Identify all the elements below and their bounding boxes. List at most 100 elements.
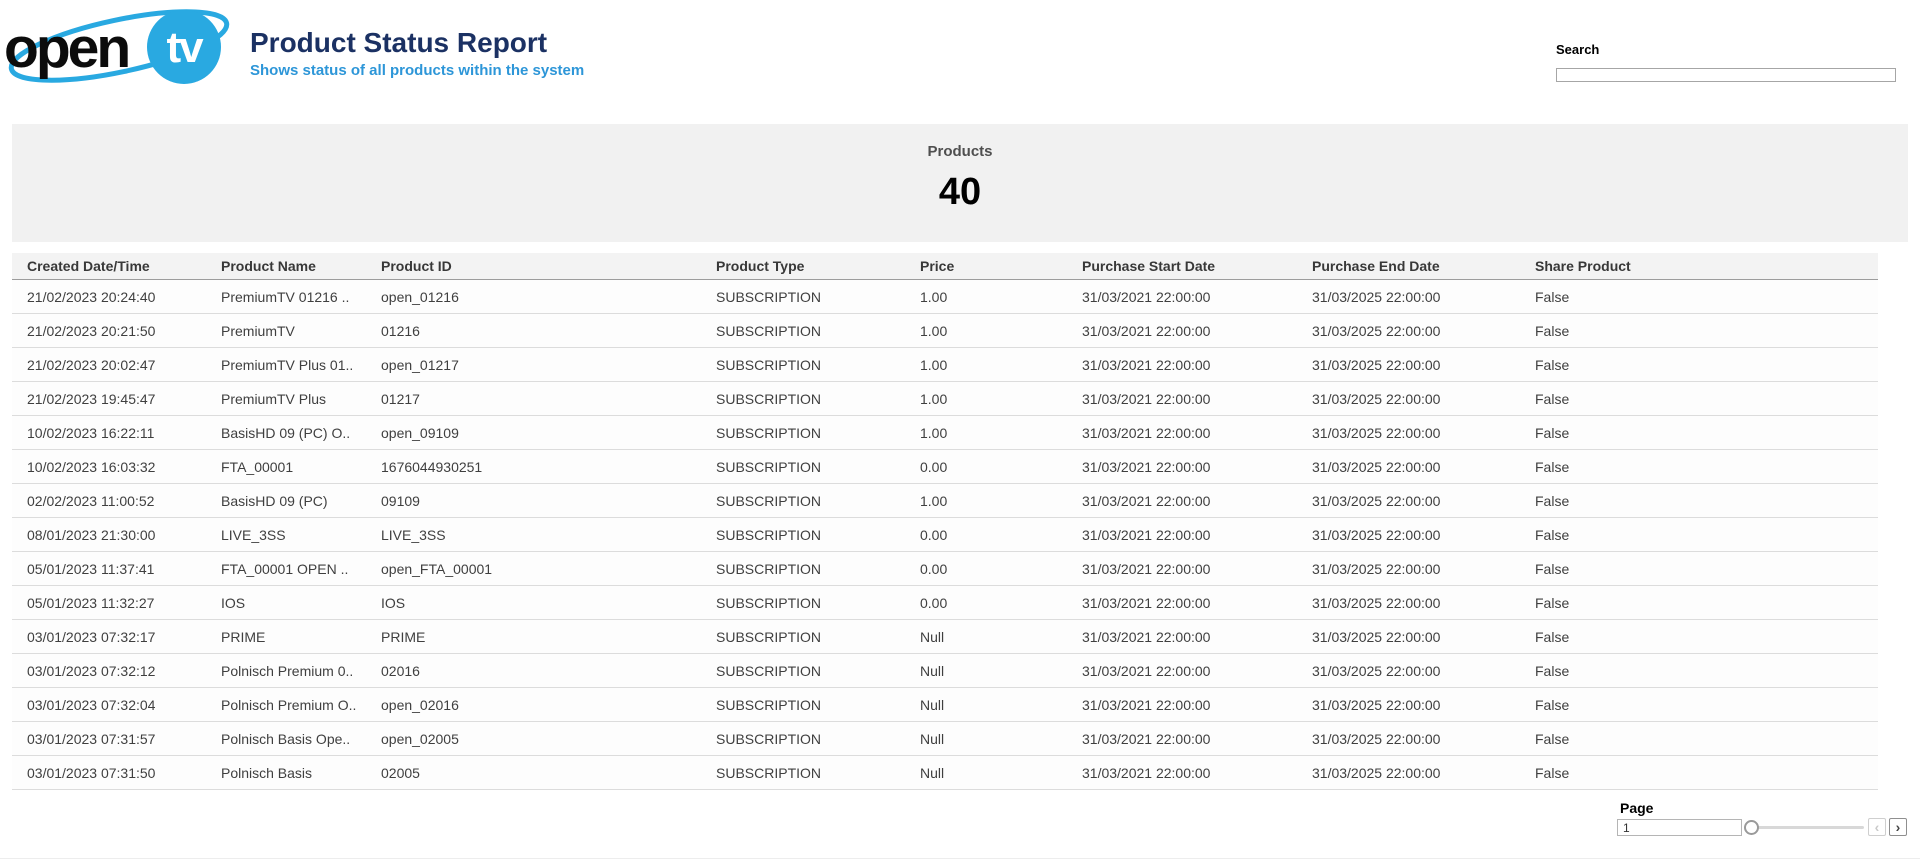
table-row[interactable]: 02/02/2023 11:00:52BasisHD 09 (PC)09109S… [12,484,1878,518]
table-cell: open_02005 [381,731,716,747]
table-cell: 31/03/2025 22:00:00 [1312,425,1535,441]
product-status-report-page: open tv Product Status Report Shows stat… [0,0,1920,867]
search-input[interactable] [1556,68,1896,82]
table-row[interactable]: 08/01/2023 21:30:00LIVE_3SSLIVE_3SSSUBSC… [12,518,1878,552]
table-cell: 31/03/2025 22:00:00 [1312,663,1535,679]
opentv-logo-graphic: open tv [6,6,238,88]
table-cell: PRIME [381,629,716,645]
table-cell: SUBSCRIPTION [716,493,920,509]
table-cell: 31/03/2021 22:00:00 [1082,527,1312,543]
table-cell: 0.00 [920,561,1082,577]
table-cell: 31/03/2025 22:00:00 [1312,357,1535,373]
opentv-logo: open tv [6,6,238,88]
table-cell: LIVE_3SS [381,527,716,543]
table-cell: 1676044930251 [381,459,716,475]
table-cell: 1.00 [920,493,1082,509]
table-cell: SUBSCRIPTION [716,629,920,645]
table-cell: FTA_00001 [221,459,381,475]
table-cell: Null [920,765,1082,781]
table-cell: SUBSCRIPTION [716,357,920,373]
products-table: Created Date/Time Product Name Product I… [12,253,1878,790]
table-row[interactable]: 10/02/2023 16:03:32FTA_00001167604493025… [12,450,1878,484]
page-title: Product Status Report [250,27,584,59]
table-cell: open_01216 [381,289,716,305]
previous-page-button[interactable]: ‹ [1868,818,1886,836]
column-header-purchase-end[interactable]: Purchase End Date [1312,258,1535,274]
table-cell: open_FTA_00001 [381,561,716,577]
table-cell: 10/02/2023 16:03:32 [27,459,221,475]
column-header-product-id[interactable]: Product ID [381,258,716,274]
table-cell: 31/03/2025 22:00:00 [1312,323,1535,339]
column-header-product-name[interactable]: Product Name [221,258,381,274]
products-count: 40 [939,171,981,214]
column-header-created-date[interactable]: Created Date/Time [27,258,221,274]
table-cell: False [1535,527,1878,543]
column-header-share-product[interactable]: Share Product [1535,258,1878,274]
table-cell: False [1535,629,1878,645]
table-cell: PremiumTV Plus [221,391,381,407]
table-cell: 31/03/2021 22:00:00 [1082,765,1312,781]
table-row[interactable]: 10/02/2023 16:22:11BasisHD 09 (PC) O..op… [12,416,1878,450]
table-cell: False [1535,731,1878,747]
table-cell: 03/01/2023 07:32:04 [27,697,221,713]
table-cell: 31/03/2025 22:00:00 [1312,731,1535,747]
table-cell: 31/03/2021 22:00:00 [1082,561,1312,577]
table-cell: False [1535,663,1878,679]
table-cell: 31/03/2025 22:00:00 [1312,289,1535,305]
table-cell: 31/03/2025 22:00:00 [1312,697,1535,713]
table-cell: 03/01/2023 07:31:57 [27,731,221,747]
table-cell: False [1535,425,1878,441]
logo-tv-text: tv [166,23,204,72]
table-cell: open_01217 [381,357,716,373]
table-cell: 03/01/2023 07:31:50 [27,765,221,781]
table-cell: PRIME [221,629,381,645]
table-cell: SUBSCRIPTION [716,391,920,407]
page-slider-track[interactable] [1751,826,1864,829]
table-cell: 01217 [381,391,716,407]
table-cell: Null [920,663,1082,679]
table-row[interactable]: 21/02/2023 20:24:40PremiumTV 01216 ..ope… [12,280,1878,314]
table-cell: 1.00 [920,391,1082,407]
table-cell: 31/03/2025 22:00:00 [1312,765,1535,781]
table-cell: 05/01/2023 11:32:27 [27,595,221,611]
table-row[interactable]: 03/01/2023 07:32:17PRIMEPRIMESUBSCRIPTIO… [12,620,1878,654]
table-cell: Null [920,731,1082,747]
next-page-button[interactable]: › [1889,818,1907,836]
table-cell: Polnisch Premium O.. [221,697,381,713]
column-header-price[interactable]: Price [920,258,1082,274]
table-cell: 10/02/2023 16:22:11 [27,425,221,441]
table-cell: 21/02/2023 20:24:40 [27,289,221,305]
table-row[interactable]: 21/02/2023 20:21:50PremiumTV01216SUBSCRI… [12,314,1878,348]
table-cell: 31/03/2025 22:00:00 [1312,561,1535,577]
table-cell: False [1535,391,1878,407]
page-slider[interactable] [1744,819,1866,835]
table-row[interactable]: 21/02/2023 19:45:47PremiumTV Plus01217SU… [12,382,1878,416]
table-cell: 31/03/2025 22:00:00 [1312,629,1535,645]
column-header-product-type[interactable]: Product Type [716,258,920,274]
table-cell: 31/03/2025 22:00:00 [1312,527,1535,543]
table-cell: 31/03/2021 22:00:00 [1082,357,1312,373]
table-cell: 0.00 [920,527,1082,543]
table-cell: Null [920,629,1082,645]
table-cell: SUBSCRIPTION [716,765,920,781]
page-number-input[interactable] [1617,819,1742,836]
table-cell: 31/03/2021 22:00:00 [1082,629,1312,645]
table-row[interactable]: 05/01/2023 11:32:27IOSIOSSUBSCRIPTION0.0… [12,586,1878,620]
table-cell: False [1535,357,1878,373]
table-row[interactable]: 03/01/2023 07:31:50Polnisch Basis02005SU… [12,756,1878,790]
table-cell: PremiumTV Plus 01.. [221,357,381,373]
table-row[interactable]: 21/02/2023 20:02:47PremiumTV Plus 01..op… [12,348,1878,382]
table-cell: SUBSCRIPTION [716,527,920,543]
table-cell: SUBSCRIPTION [716,561,920,577]
table-header: Created Date/Time Product Name Product I… [12,253,1878,280]
table-row[interactable]: 05/01/2023 11:37:41FTA_00001 OPEN ..open… [12,552,1878,586]
table-cell: 31/03/2025 22:00:00 [1312,595,1535,611]
page-slider-handle[interactable] [1744,820,1759,835]
table-row[interactable]: 03/01/2023 07:32:04Polnisch Premium O..o… [12,688,1878,722]
table-cell: SUBSCRIPTION [716,697,920,713]
table-row[interactable]: 03/01/2023 07:32:12Polnisch Premium 0..0… [12,654,1878,688]
column-header-purchase-start[interactable]: Purchase Start Date [1082,258,1312,274]
table-row[interactable]: 03/01/2023 07:31:57Polnisch Basis Ope..o… [12,722,1878,756]
table-cell: 03/01/2023 07:32:17 [27,629,221,645]
table-cell: 31/03/2021 22:00:00 [1082,493,1312,509]
